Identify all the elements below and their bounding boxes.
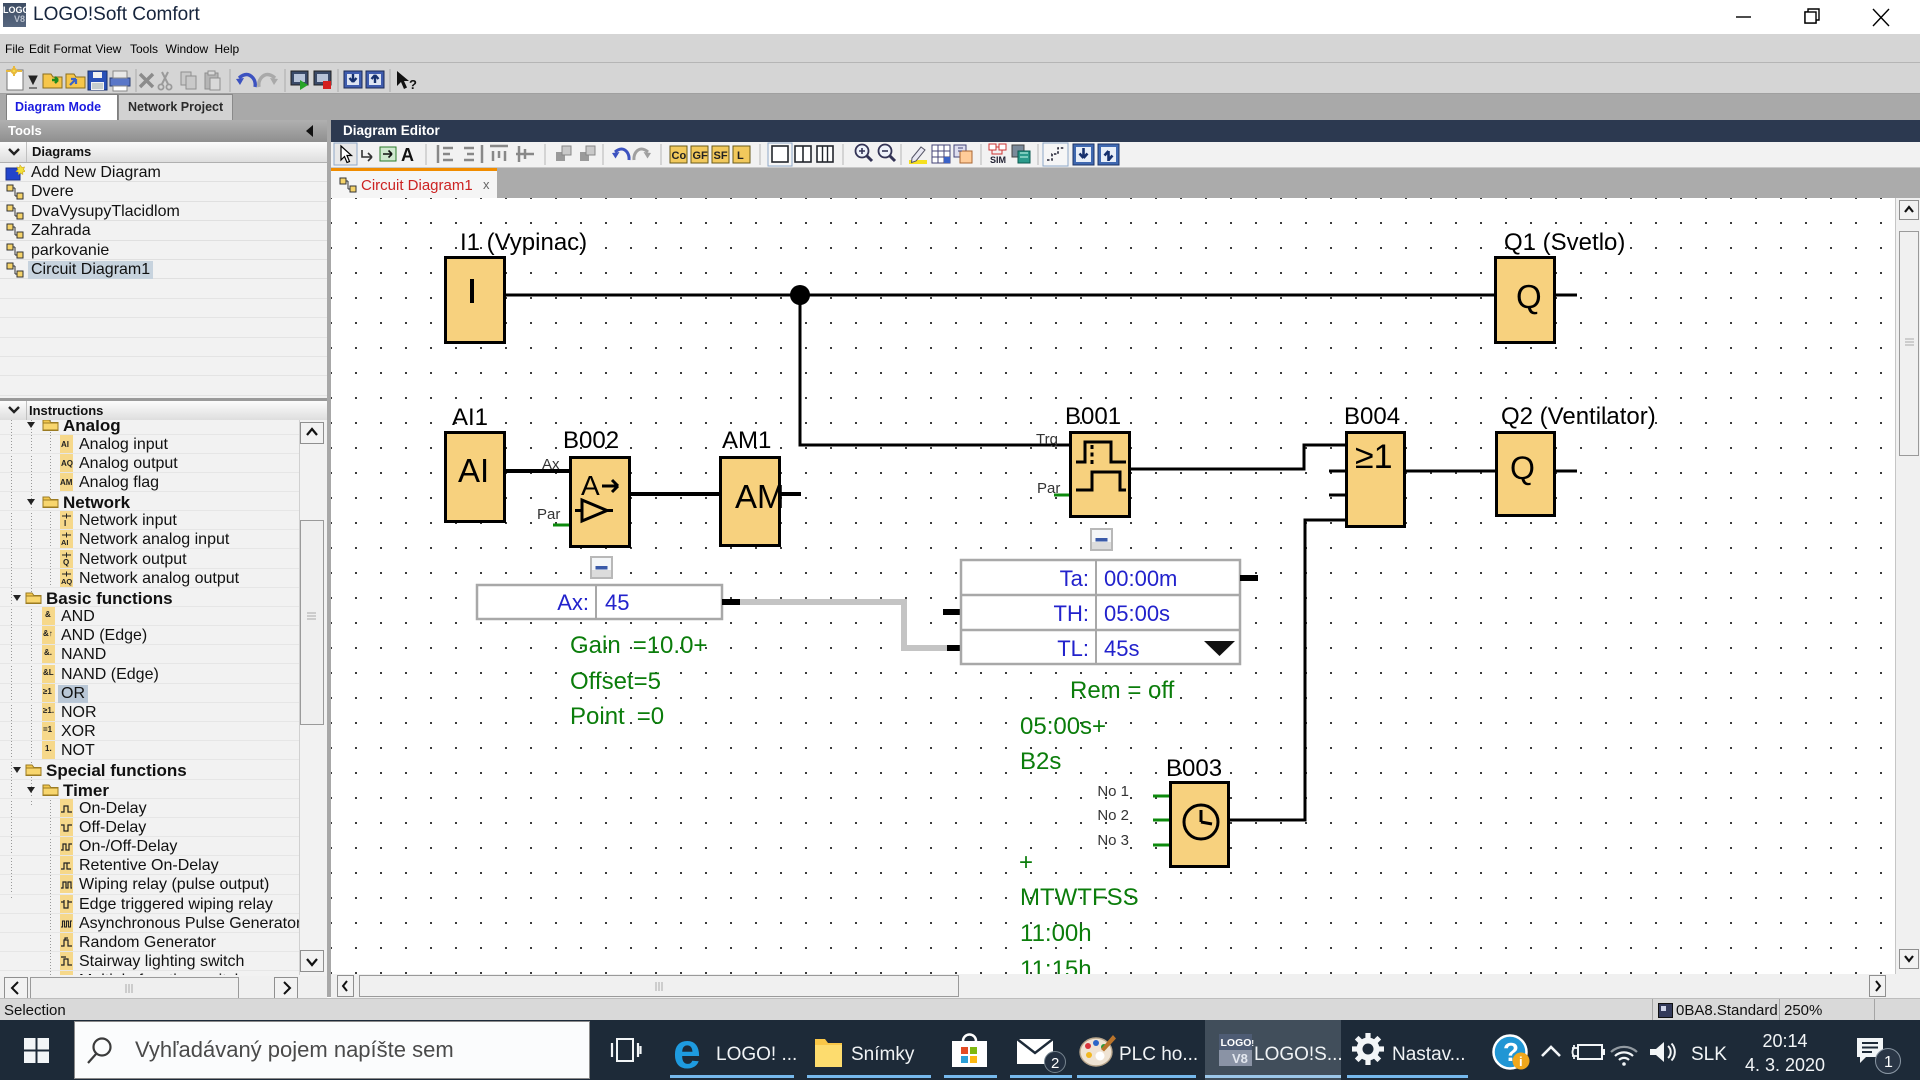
svg-text:i: i	[1519, 1054, 1523, 1069]
svg-text:Point =0: Point =0	[570, 703, 664, 730]
svg-text:Co: Co	[672, 150, 687, 162]
svg-text:+: +	[1019, 849, 1033, 876]
svg-text:Q1 (Svetlo): Q1 (Svetlo)	[1504, 229, 1625, 256]
svg-text:20:14: 20:14	[1762, 1031, 1807, 1051]
svg-text:45s: 45s	[1104, 636, 1139, 661]
svg-text:B001: B001	[1065, 403, 1121, 430]
svg-text:B003: B003	[1166, 755, 1222, 782]
svg-text:AM1: AM1	[722, 427, 771, 454]
svg-text:A: A	[401, 145, 414, 165]
svg-text:Offset=5: Offset=5	[570, 668, 661, 695]
svg-text:4. 3. 2020: 4. 3. 2020	[1745, 1055, 1825, 1075]
svg-text:SF: SF	[714, 150, 728, 162]
svg-text:Trg: Trg	[1036, 431, 1058, 448]
svg-text:Snímky: Snímky	[851, 1044, 915, 1065]
svg-text:≥1: ≥1	[43, 687, 52, 696]
svg-text:Gain =10.0+: Gain =10.0+	[570, 632, 707, 659]
svg-text:AM: AM	[60, 478, 73, 487]
svg-text:Ta:: Ta:	[1060, 566, 1089, 591]
svg-text:Q: Q	[63, 558, 69, 567]
svg-text:AM: AM	[735, 478, 785, 515]
svg-text:e: e	[673, 1023, 701, 1079]
svg-text:?: ?	[409, 77, 417, 92]
svg-text:A: A	[581, 470, 600, 501]
svg-text:Par: Par	[537, 506, 560, 523]
svg-text:No 2: No 2	[1097, 807, 1129, 824]
svg-text:AI: AI	[61, 440, 69, 449]
svg-text:TH:: TH:	[1054, 601, 1089, 626]
svg-text:Q: Q	[1516, 278, 1542, 315]
svg-text:11:15h: 11:15h	[1020, 956, 1092, 974]
svg-text:I: I	[64, 519, 66, 528]
svg-text:05:00s: 05:00s	[1104, 601, 1170, 626]
svg-text:AI: AI	[458, 452, 489, 489]
svg-text:I1 (Vypinac): I1 (Vypinac)	[460, 229, 587, 256]
svg-text:B004: B004	[1344, 403, 1400, 430]
svg-text:&: &	[45, 610, 51, 619]
svg-text:TL:: TL:	[1057, 636, 1089, 661]
svg-text:1.: 1.	[45, 744, 52, 753]
svg-text:L: L	[737, 150, 744, 162]
svg-text:No 3: No 3	[1097, 832, 1129, 849]
svg-text:LOGO! ...: LOGO! ...	[716, 1044, 797, 1065]
svg-text:≥1.: ≥1.	[43, 706, 54, 715]
svg-text:Rem = off: Rem = off	[1070, 677, 1175, 704]
svg-text:00:00m: 00:00m	[1104, 566, 1177, 591]
svg-text:SLK: SLK	[1691, 1044, 1727, 1065]
svg-text:≥1: ≥1	[1355, 438, 1393, 476]
svg-text:AI1: AI1	[452, 404, 488, 431]
svg-text:Ax: Ax	[542, 456, 560, 473]
svg-text:&L: &L	[43, 668, 54, 677]
svg-text:AQ: AQ	[61, 577, 72, 586]
svg-text:=1: =1	[43, 725, 53, 734]
svg-text:V8: V8	[1232, 1051, 1248, 1066]
svg-text:Nastav...: Nastav...	[1392, 1044, 1466, 1065]
svg-text:&↑: &↑	[43, 629, 53, 638]
svg-text:Ax:: Ax:	[557, 590, 589, 615]
svg-text:SIM: SIM	[990, 155, 1006, 165]
svg-text:B2s: B2s	[1020, 748, 1061, 775]
svg-text:LOGO!S...: LOGO!S...	[1254, 1044, 1343, 1065]
svg-text:GF: GF	[693, 150, 709, 162]
svg-text:Par: Par	[1037, 480, 1060, 497]
svg-text:B002: B002	[563, 427, 619, 454]
svg-text:2: 2	[1051, 1055, 1059, 1072]
svg-text:&.: &.	[44, 648, 52, 657]
svg-text:PLC ho...: PLC ho...	[1119, 1044, 1198, 1065]
svg-text:MTWTFSS: MTWTFSS	[1020, 884, 1139, 911]
svg-text:AQ: AQ	[61, 459, 73, 468]
svg-text:No 1: No 1	[1097, 783, 1129, 800]
svg-text:AI: AI	[61, 538, 69, 547]
svg-text:1: 1	[1884, 1054, 1893, 1071]
svg-text:11:00h: 11:00h	[1020, 920, 1092, 947]
svg-text:Q: Q	[1510, 450, 1535, 486]
svg-text:Q2 (Ventilator): Q2 (Ventilator)	[1501, 403, 1656, 430]
svg-text:LOGO!: LOGO!	[1221, 1037, 1255, 1049]
svg-text:45: 45	[605, 590, 629, 615]
svg-text:05:00s+: 05:00s+	[1020, 713, 1106, 740]
